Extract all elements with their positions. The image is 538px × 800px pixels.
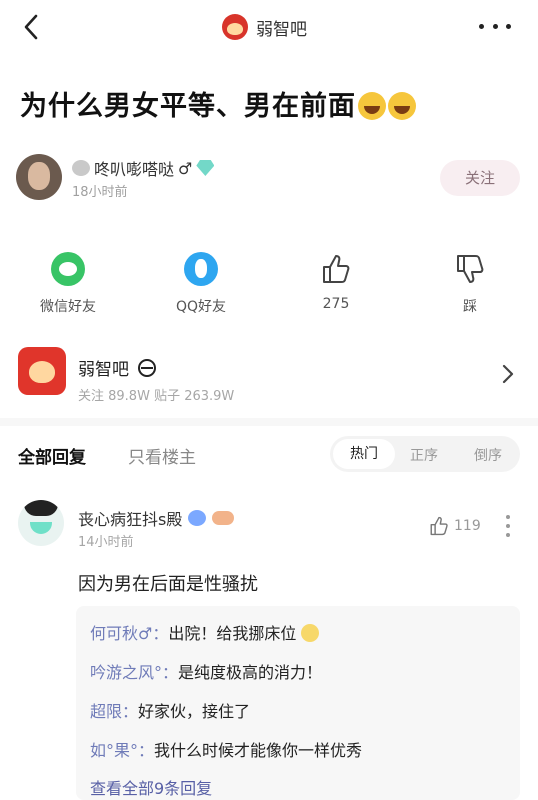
forum-card-logo[interactable] [18, 347, 66, 395]
share-qq-button[interactable]: QQ好友 [151, 252, 251, 316]
reply-text: 出院！给我挪床位 [168, 624, 297, 643]
gamepad-badge-icon [212, 511, 235, 525]
reply-item[interactable]: 超限：好家伙，接住了 [90, 698, 250, 722]
comment-time: 14小时前 [78, 535, 134, 550]
thumbs-up-icon [430, 516, 448, 536]
commenter-name[interactable]: 丧心病狂抖s殿 [78, 506, 182, 530]
gender-suffix: ♂ [178, 158, 193, 178]
like-count: 275 [322, 296, 350, 312]
tab-all-replies[interactable]: 全部回复 [18, 443, 86, 468]
commenter-avatar[interactable] [18, 500, 64, 546]
share-wechat-label: 微信好友 [40, 299, 96, 315]
reply-text: 我什么时候才能像你一样优秀 [154, 741, 363, 760]
wechat-icon [51, 252, 85, 286]
chevron-right-icon[interactable] [500, 362, 516, 386]
more-dot-icon [506, 515, 510, 519]
forum-tag-icon [138, 358, 156, 377]
comment-more-button[interactable] [506, 515, 512, 537]
post-title: 为什么男女平等、男在前面 [20, 84, 416, 123]
more-options-button[interactable] [479, 16, 511, 36]
sort-desc-button[interactable]: 倒序 [474, 445, 502, 465]
back-button[interactable] [18, 10, 48, 44]
dislike-button[interactable]: 踩 [420, 252, 520, 316]
dislike-label: 踩 [463, 299, 477, 315]
more-dot-icon [506, 23, 511, 29]
reply-item[interactable]: 如°果°：我什么时候才能像你一样优秀 [90, 737, 362, 761]
commenter-line: 丧心病狂抖s殿 [78, 506, 235, 530]
grinning-sweat-emoji-icon [388, 92, 416, 120]
grinning-sweat-emoji-icon [358, 92, 386, 120]
sweat-smile-emoji-icon [301, 624, 320, 642]
forum-stats: 关注 89.8W 贴子 263.9W [78, 389, 235, 404]
view-all-replies-link[interactable]: 查看全部9条回复 [90, 775, 212, 799]
sort-asc-button[interactable]: 正序 [410, 445, 438, 465]
qq-icon [184, 252, 218, 286]
reply-item[interactable]: 吟游之风°：是纯度极高的消力！ [90, 659, 322, 683]
reply-author[interactable]: 如°果°： [90, 741, 154, 760]
comment-text: 因为男在后面是性骚扰 [78, 574, 258, 595]
reply-author[interactable]: 超限： [90, 702, 138, 721]
comment-like-button[interactable]: 119 [428, 515, 481, 537]
like-button[interactable]: 275 [286, 252, 386, 312]
back-arrow-icon [24, 14, 38, 40]
forum-chip[interactable]: 弱智吧 [222, 10, 307, 44]
level-gem-icon [196, 160, 215, 176]
section-divider [0, 418, 538, 426]
share-wechat-button[interactable]: 微信好友 [18, 252, 118, 316]
follow-button[interactable]: 关注 [440, 160, 520, 196]
more-dot-icon [479, 23, 484, 29]
more-dot-icon [506, 533, 510, 537]
sort-hot-button[interactable]: 热门 [333, 439, 395, 469]
forum-card-name-line[interactable]: 弱智吧 [78, 355, 157, 380]
level-badge-icon [188, 510, 207, 526]
koala-badge-icon [72, 160, 90, 176]
forum-card-name: 弱智吧 [78, 360, 129, 380]
author-line: 咚叭嘭嗒哒 ♂ [72, 156, 215, 180]
reply-text: 是纯度极高的消力！ [178, 663, 323, 682]
reply-author[interactable]: 何可秋♂： [90, 624, 168, 643]
more-dot-icon [506, 524, 510, 528]
more-dot-icon [492, 23, 498, 29]
author-avatar[interactable] [16, 154, 62, 200]
tab-op-only[interactable]: 只看楼主 [128, 443, 196, 468]
author-name[interactable]: 咚叭嘭嗒哒 [94, 156, 174, 180]
thumbs-down-icon [457, 255, 484, 283]
post-title-text: 为什么男女平等、男在前面 [20, 91, 356, 122]
forum-logo-icon [222, 14, 248, 40]
reply-author[interactable]: 吟游之风°： [90, 663, 178, 682]
forum-chip-label: 弱智吧 [256, 19, 307, 40]
thumbs-up-icon [323, 255, 350, 283]
reply-item[interactable]: 何可秋♂：出院！给我挪床位 [90, 620, 320, 644]
reply-text: 好家伙，接住了 [138, 702, 251, 721]
post-time: 18小时前 [72, 185, 128, 200]
share-qq-label: QQ好友 [175, 299, 227, 315]
comment-like-count: 119 [454, 518, 481, 534]
